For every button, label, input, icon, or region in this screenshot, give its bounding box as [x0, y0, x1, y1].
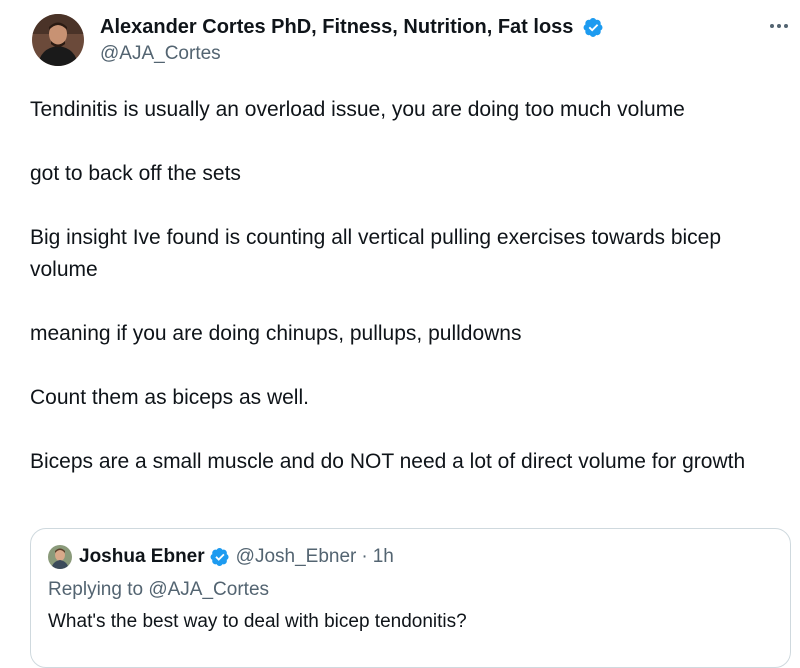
replying-to-handle[interactable]: @AJA_Cortes [148, 579, 269, 600]
tweet-paragraph: Big insight Ive found is counting all ve… [30, 226, 722, 281]
more-options-button[interactable] [762, 14, 796, 38]
quoted-tweet-text: What's the best way to deal with bicep t… [48, 611, 467, 632]
quoted-tweet-header: Joshua Ebner @Josh_Ebner · 1h [79, 546, 394, 568]
separator-dot: · [361, 546, 368, 567]
author-handle[interactable]: @AJA_Cortes [100, 43, 221, 65]
tweet: Alexander Cortes PhD, Fitness, Nutrition… [0, 0, 800, 668]
tweet-paragraph: meaning if you are doing chinups, pullup… [30, 322, 522, 345]
tweet-paragraph: Count them as biceps as well. [30, 386, 309, 409]
replying-to-line: Replying to @AJA_Cortes [48, 579, 269, 601]
more-horizontal-icon [770, 24, 788, 28]
quoted-author-name[interactable]: Joshua Ebner [79, 546, 205, 568]
verified-badge-icon [583, 18, 603, 37]
quoted-tweet-card[interactable]: Joshua Ebner @Josh_Ebner · 1h Replying t… [30, 528, 791, 668]
quoted-author-handle[interactable]: @Josh_Ebner [236, 546, 357, 568]
tweet-paragraph: Biceps are a small muscle and do NOT nee… [30, 450, 746, 473]
tweet-body: Tendinitis is usually an overload issue,… [30, 94, 770, 478]
replying-to-label: Replying to [48, 579, 144, 600]
quoted-author-avatar[interactable] [48, 545, 72, 569]
author-name[interactable]: Alexander Cortes PhD, Fitness, Nutrition… [100, 16, 573, 39]
tweet-paragraph: Tendinitis is usually an overload issue,… [30, 98, 685, 121]
tweet-paragraph: got to back off the sets [30, 162, 241, 185]
quoted-tweet-timestamp[interactable]: 1h [373, 546, 394, 568]
author-avatar[interactable] [32, 14, 84, 66]
verified-badge-icon [210, 548, 229, 566]
